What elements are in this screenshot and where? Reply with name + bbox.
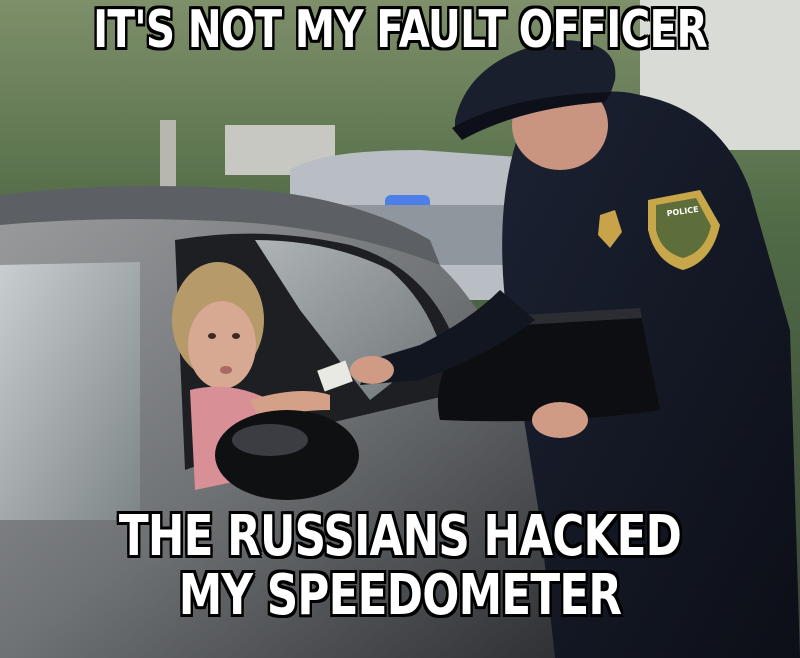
officer-hand-right bbox=[532, 402, 588, 438]
bottom-caption-line-1: THE RUSSIANS HACKED bbox=[118, 504, 682, 569]
driver-eye-left bbox=[208, 333, 216, 339]
bottom-caption-line-2: MY SPEEDOMETER bbox=[178, 562, 622, 628]
driver-eye-right bbox=[232, 333, 240, 339]
car-rear-window bbox=[0, 262, 140, 520]
meme-bottom-caption: THE RUSSIANS HACKED MY SPEEDOMETER bbox=[88, 504, 712, 628]
meme-image: POLICE IT'S NOT MY FAULT OFFICER THE RUS… bbox=[0, 0, 800, 658]
officer-hand bbox=[350, 356, 394, 384]
mirror-highlight bbox=[232, 424, 308, 456]
meme-top-caption: IT'S NOT MY FAULT OFFICER bbox=[93, 0, 708, 60]
driver-mouth bbox=[220, 366, 232, 374]
driver-face bbox=[188, 301, 256, 389]
side-mirror bbox=[215, 410, 359, 500]
